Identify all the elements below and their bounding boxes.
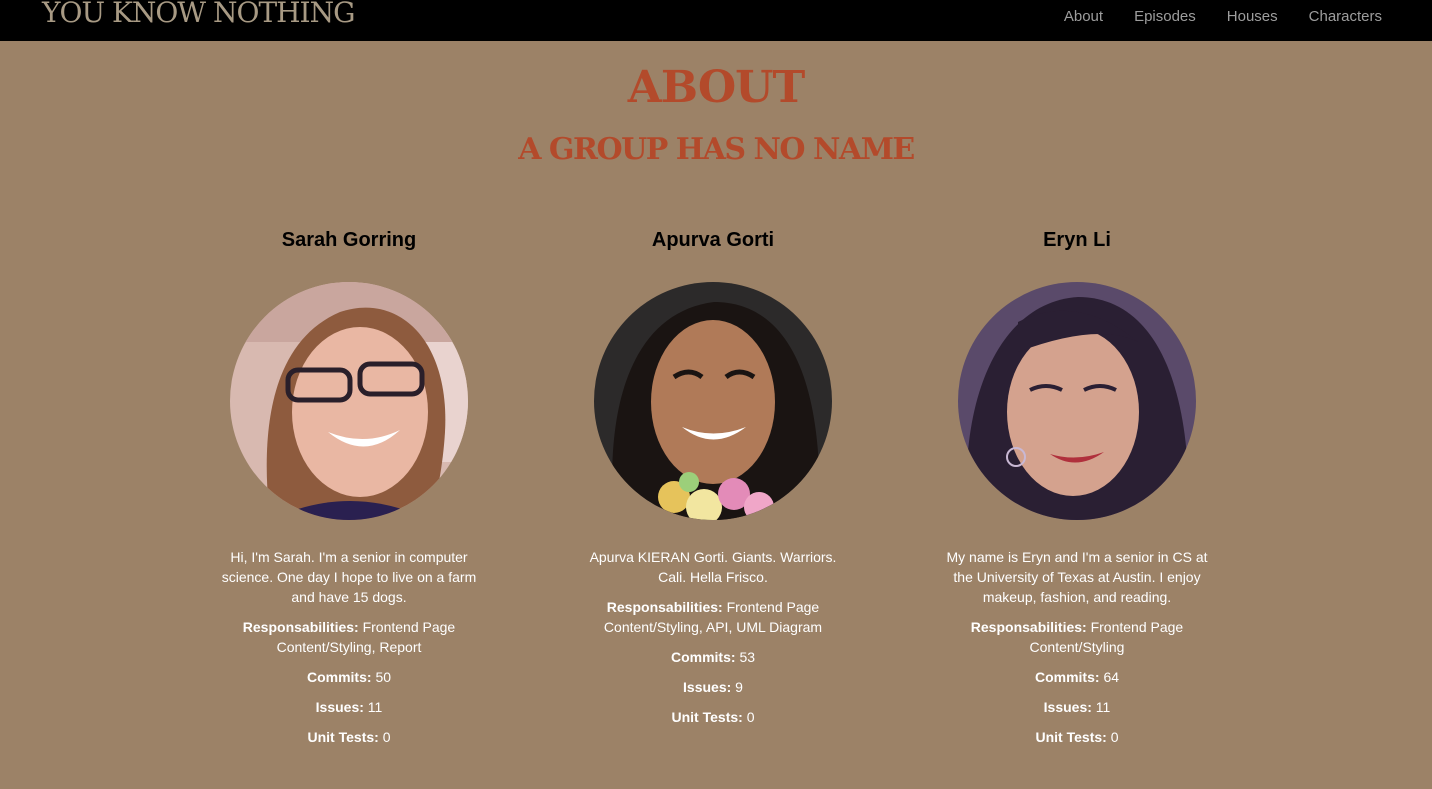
member-card-apurva: Apurva Gorti Apurva KIERAN Gorti. Giants… bbox=[563, 228, 863, 727]
member-commits: Commits: 53 bbox=[578, 647, 848, 667]
commits-value: 64 bbox=[1103, 669, 1120, 685]
member-issues: Issues: 11 bbox=[942, 697, 1212, 717]
member-card-sarah: Sarah Gorring Hi, I'm Sarah. I'm a senio… bbox=[199, 228, 499, 747]
nav-link-episodes[interactable]: Episodes bbox=[1134, 8, 1196, 25]
commits-label: Commits: bbox=[670, 649, 736, 665]
member-avatar bbox=[230, 282, 468, 520]
issues-label: Issues: bbox=[683, 679, 732, 695]
member-unit-tests: Unit Tests: 0 bbox=[578, 707, 848, 727]
member-avatar bbox=[958, 282, 1196, 520]
member-responsibilities: Responsabilities: Frontend Page Content/… bbox=[942, 617, 1212, 657]
member-avatar bbox=[594, 282, 832, 520]
unit-tests-label: Unit Tests: bbox=[671, 709, 743, 725]
issues-label: Issues: bbox=[315, 699, 364, 715]
responsibilities-label: Responsabilities: bbox=[242, 619, 359, 635]
member-bio: Apurva KIERAN Gorti. Giants. Warriors. C… bbox=[589, 549, 837, 585]
nav-links: About Episodes Houses Characters bbox=[1033, 8, 1382, 25]
unit-tests-label: Unit Tests: bbox=[307, 729, 379, 745]
unit-tests-value: 0 bbox=[1110, 729, 1119, 745]
issues-value: 11 bbox=[367, 699, 383, 715]
member-unit-tests: Unit Tests: 0 bbox=[942, 727, 1212, 747]
member-bio: Hi, I'm Sarah. I'm a senior in computer … bbox=[221, 549, 477, 605]
brand-logo-link[interactable]: YOU KNOW NOTHING bbox=[42, 0, 355, 30]
commits-value: 50 bbox=[375, 669, 392, 685]
member-issues: Issues: 9 bbox=[578, 677, 848, 697]
member-commits: Commits: 64 bbox=[942, 667, 1212, 687]
issues-value: 11 bbox=[1095, 699, 1111, 715]
member-name: Sarah Gorring bbox=[281, 229, 417, 251]
nav-link-about[interactable]: About bbox=[1064, 8, 1103, 25]
responsibilities-label: Responsabilities: bbox=[970, 619, 1087, 635]
commits-label: Commits: bbox=[306, 669, 372, 685]
member-commits: Commits: 50 bbox=[214, 667, 484, 687]
unit-tests-value: 0 bbox=[382, 729, 391, 745]
page-title: ABOUT bbox=[627, 62, 806, 113]
issues-label: Issues: bbox=[1043, 699, 1092, 715]
member-issues: Issues: 11 bbox=[214, 697, 484, 717]
nav-link-houses[interactable]: Houses bbox=[1227, 8, 1278, 25]
commits-label: Commits: bbox=[1034, 669, 1100, 685]
top-navbar: YOU KNOW NOTHING About Episodes Houses C… bbox=[0, 0, 1432, 41]
page-subtitle: A GROUP HAS NO NAME bbox=[518, 132, 915, 167]
issues-value: 9 bbox=[735, 679, 743, 695]
member-name: Apurva Gorti bbox=[651, 229, 775, 251]
member-responsibilities: Responsabilities: Frontend Page Content/… bbox=[214, 617, 484, 657]
member-name: Eryn Li bbox=[1043, 229, 1111, 251]
member-card-eryn: Eryn Li My name is Eryn and I'm a senior… bbox=[927, 228, 1227, 747]
member-bio: My name is Eryn and I'm a senior in CS a… bbox=[946, 549, 1208, 605]
nav-link-characters[interactable]: Characters bbox=[1309, 8, 1382, 25]
responsibilities-label: Responsabilities: bbox=[606, 599, 723, 615]
member-responsibilities: Responsabilities: Frontend Page Content/… bbox=[578, 597, 848, 637]
member-unit-tests: Unit Tests: 0 bbox=[214, 727, 484, 747]
commits-value: 53 bbox=[739, 649, 756, 665]
unit-tests-value: 0 bbox=[746, 709, 755, 725]
unit-tests-label: Unit Tests: bbox=[1035, 729, 1107, 745]
